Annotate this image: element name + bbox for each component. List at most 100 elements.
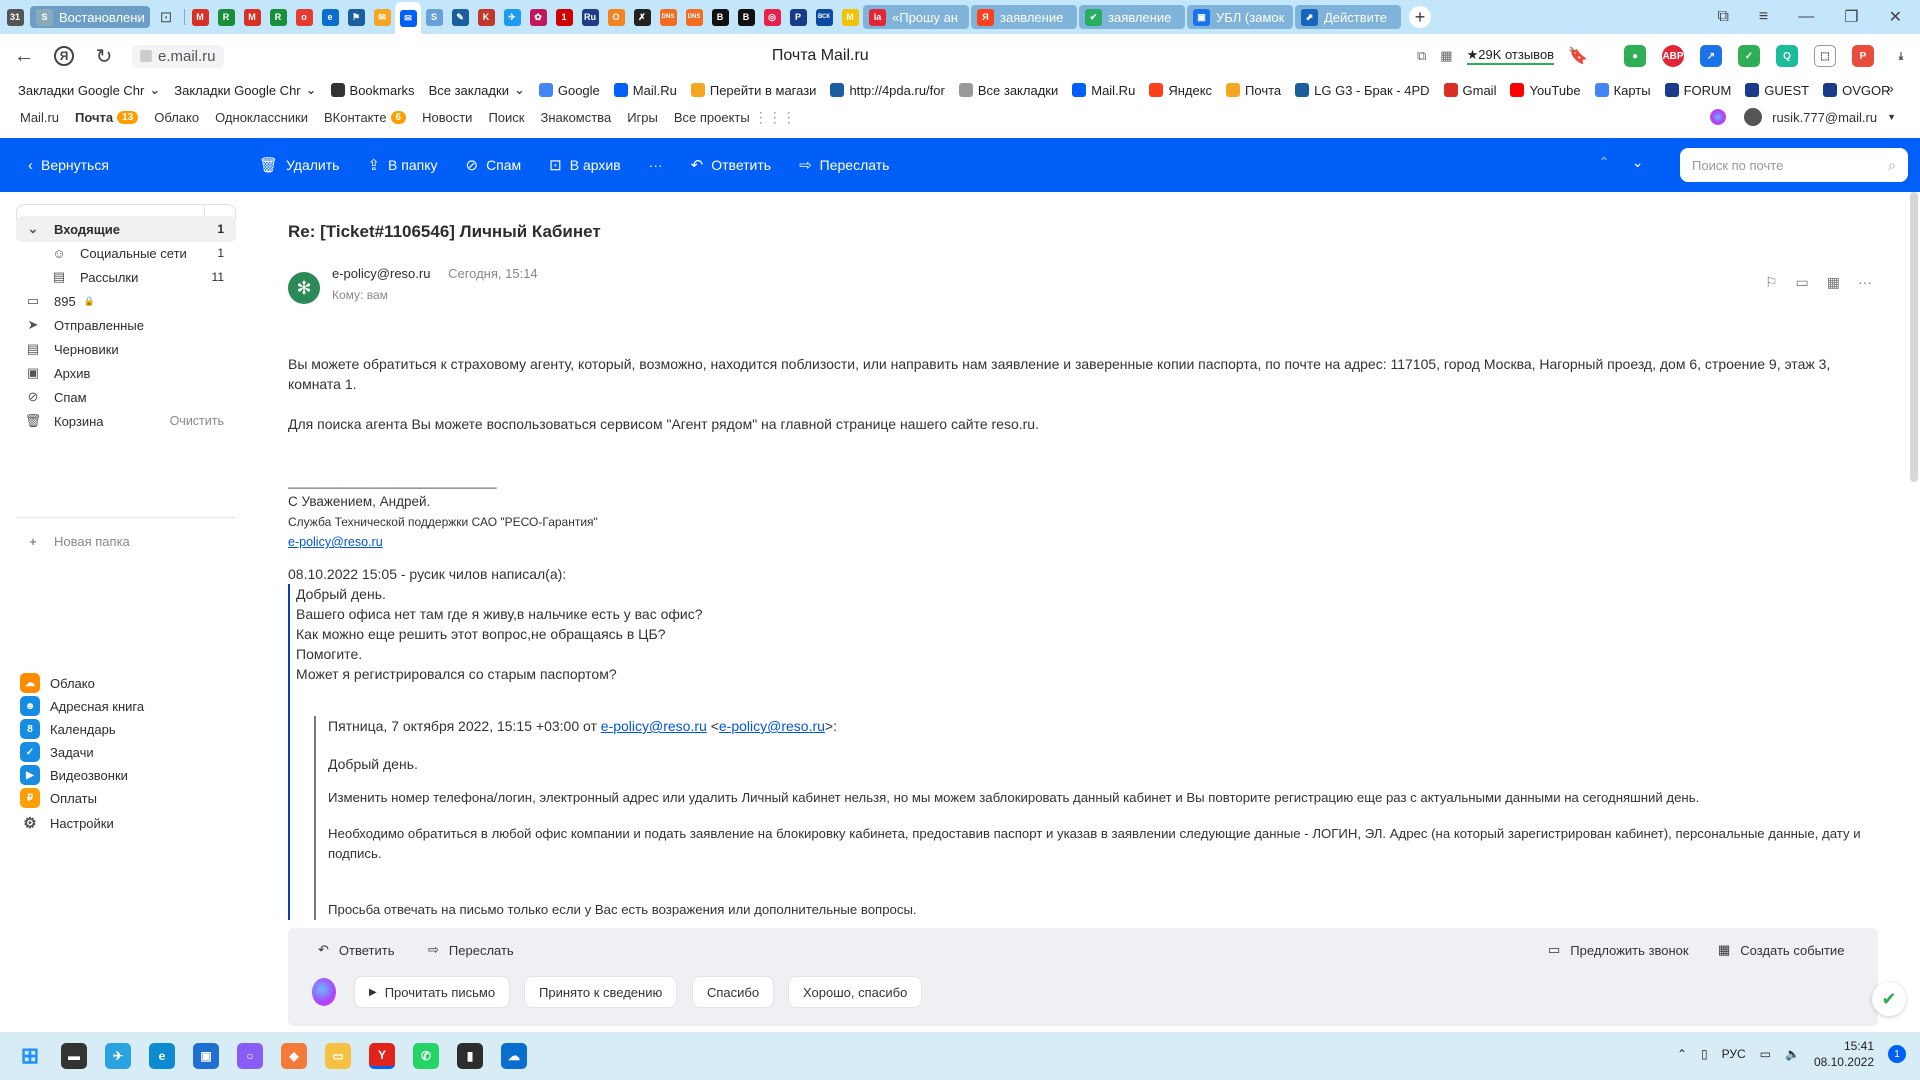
bookmark-item[interactable]: Карты	[1594, 83, 1651, 98]
app-0[interactable]: ☁ Облако	[20, 672, 95, 694]
pinned-tab-bee[interactable]: B	[707, 3, 733, 31]
pinned-tab-dns[interactable]: DNS	[655, 3, 681, 31]
back-button[interactable]: ←	[4, 36, 44, 76]
pinned-tab-gmail[interactable]: M	[187, 3, 213, 31]
folder-newsletter[interactable]: ▤ Рассылки 11	[16, 264, 236, 290]
bookmarks-more-icon[interactable]: »	[1886, 80, 1894, 96]
ext-shield-icon[interactable]: ●	[1624, 45, 1646, 67]
windows-start-icon[interactable]: ⊞	[17, 1043, 43, 1069]
bookmark-item[interactable]: Gmail	[1443, 83, 1496, 98]
quick-reply-button[interactable]: ↶ Ответить	[318, 942, 394, 958]
bookmark-icon[interactable]: 🔖	[1568, 46, 1588, 66]
app-1[interactable]: ☻ Адресная книга	[20, 695, 144, 717]
nested-quote-email-link[interactable]: e-policy@reso.ru	[601, 718, 707, 734]
ext-puzzle-icon[interactable]: ⬚	[1814, 45, 1836, 67]
pinned-tab-mail[interactable]: ✉	[369, 3, 395, 31]
pinned-tab-flower[interactable]: ✿	[525, 3, 551, 31]
quick-answer-button[interactable]: Спасибо	[692, 976, 775, 1008]
bookmark-item[interactable]: GUEST	[1745, 83, 1809, 98]
alice-icon[interactable]: ○	[237, 1043, 263, 1069]
share-icon[interactable]: ⧉	[1417, 48, 1426, 64]
portal-link-news[interactable]: Новости	[422, 110, 472, 125]
app-2[interactable]: 8 Календарь	[20, 718, 116, 740]
prev-message-icon[interactable]: ⌃	[1598, 154, 1610, 171]
bookmark-item[interactable]: Перейти в магази	[690, 83, 816, 98]
bookmark-item[interactable]: OVGOR	[1823, 83, 1890, 98]
restore-icon[interactable]: ❐	[1844, 7, 1858, 27]
portal-link-ok[interactable]: Одноклассники	[215, 110, 308, 125]
bookmark-item[interactable]: FORUM	[1664, 83, 1731, 98]
pinned-tab-bookmark[interactable]: ⚑	[343, 3, 369, 31]
create-event-button[interactable]: ▦ Создать событие	[1718, 942, 1844, 958]
pinned-tab-edge[interactable]: e	[317, 3, 343, 31]
volume-icon[interactable]: 🔈	[1785, 1047, 1800, 1061]
app-5[interactable]: ₽ Оплаты	[20, 787, 97, 809]
new-folder-button[interactable]: + Новая папка	[16, 528, 236, 554]
pinned-tab-mail-active[interactable]: ✉	[395, 2, 421, 34]
menu-icon[interactable]: ≡	[1759, 8, 1768, 26]
whatsapp-icon[interactable]: ✆	[413, 1043, 439, 1069]
tab-list-icon[interactable]: ⧉	[1717, 8, 1728, 26]
folder-spam[interactable]: ⊘ Спам	[16, 384, 236, 410]
portal-link-search[interactable]: Поиск	[488, 110, 524, 125]
pinned-tab-k[interactable]: K	[473, 3, 499, 31]
ext-check-icon[interactable]: ✓	[1738, 45, 1760, 67]
chevron-up-icon[interactable]: ⌃	[1677, 1047, 1687, 1061]
explorer-app-icon[interactable]: ▬	[61, 1043, 87, 1069]
portal-link-all-projects[interactable]: Все проекты ⋮⋮⋮	[674, 109, 796, 126]
pinned-tab-mark[interactable]: ✗	[629, 3, 655, 31]
forward-button[interactable]: ⇨ Переслать	[799, 156, 889, 174]
folder-icon[interactable]: ▭	[325, 1043, 351, 1069]
portal-link-vk[interactable]: ВКонтакте 6	[324, 110, 407, 125]
bookmark-item[interactable]: YouTube	[1510, 83, 1581, 98]
telegram-icon[interactable]: ✈	[105, 1043, 131, 1069]
folder-sent[interactable]: ➤ Отправленные	[16, 312, 236, 338]
more-button[interactable]: ···	[649, 157, 663, 173]
bookmark-item[interactable]: Почта	[1226, 83, 1281, 98]
bookmark-item[interactable]: Bookmarks	[330, 83, 415, 98]
more-icon[interactable]: ···	[1858, 274, 1872, 291]
bookmark-icon[interactable]: ⚐	[1765, 274, 1778, 291]
calendar-icon[interactable]: ▦	[1827, 274, 1840, 291]
next-message-icon[interactable]: ⌄	[1632, 154, 1644, 171]
bookmark-item[interactable]: Закладки Google Chr ⌄	[174, 82, 316, 98]
store-icon[interactable]: ▣	[193, 1043, 219, 1069]
new-tab-button[interactable]: +	[1403, 3, 1437, 31]
delete-button[interactable]: 🗑 Удалить	[259, 156, 340, 174]
clock[interactable]: 15:41 08.10.2022	[1814, 1038, 1874, 1070]
tab-3[interactable]: ✔ заявление	[1079, 5, 1185, 29]
archive-button[interactable]: ⊡ В архив	[549, 156, 620, 174]
back-to-inbox-button[interactable]: ‹ Вернуться	[28, 157, 109, 174]
new-group-button[interactable]: ⊡	[150, 3, 182, 31]
notification-badge[interactable]: 1	[1888, 1045, 1906, 1063]
pinned-tab-gmail[interactable]: M	[239, 3, 265, 31]
ext-mail-icon[interactable]: P	[1852, 45, 1874, 67]
extension-icon[interactable]: ▦	[1440, 48, 1452, 64]
pinned-tab-dns[interactable]: DNS	[681, 3, 707, 31]
pinned-tab-bird[interactable]: ✈	[499, 3, 525, 31]
app-3[interactable]: ✓ Задачи	[20, 741, 94, 763]
quick-answer-button[interactable]: Хорошо, спасибо	[788, 976, 923, 1008]
bookmark-item[interactable]: Закладки Google Chr ⌄	[18, 82, 160, 98]
pinned-tab-ok[interactable]: O	[603, 3, 629, 31]
alice-icon[interactable]	[312, 978, 336, 1006]
pinned-tab-p[interactable]: P	[785, 3, 811, 31]
folder-chevron-down[interactable]: ⌄ Входящие 1	[16, 216, 236, 242]
yandex-browser-icon[interactable]: Y	[369, 1043, 395, 1069]
pinned-tab-edit[interactable]: ✎	[447, 3, 473, 31]
window-menu-button[interactable]: 31	[0, 3, 30, 31]
reply-button[interactable]: ↶ Ответить	[691, 156, 771, 174]
network-icon[interactable]: ▭	[1760, 1047, 1771, 1061]
portal-link-mailru[interactable]: Mail.ru	[20, 110, 59, 125]
ext-arrow-icon[interactable]: ↗	[1700, 45, 1722, 67]
folder-archive[interactable]: ▣ Архив	[16, 360, 236, 386]
ext-q-icon[interactable]: Q	[1776, 45, 1798, 67]
pinned-tab-reso[interactable]: R	[265, 3, 291, 31]
reviews-badge[interactable]: ★29K отзывов	[1466, 47, 1555, 65]
app-6[interactable]: ⚙ Настройки	[20, 812, 113, 834]
device-icon[interactable]: ▯	[1701, 1047, 1708, 1061]
signature-email-link[interactable]: e-policy@reso.ru	[288, 535, 383, 549]
tab-2[interactable]: Язаявление	[971, 5, 1077, 29]
move-to-folder-button[interactable]: ⇪ В папку	[367, 156, 437, 174]
bookmark-item[interactable]: Все закладки ⌄	[429, 82, 525, 98]
